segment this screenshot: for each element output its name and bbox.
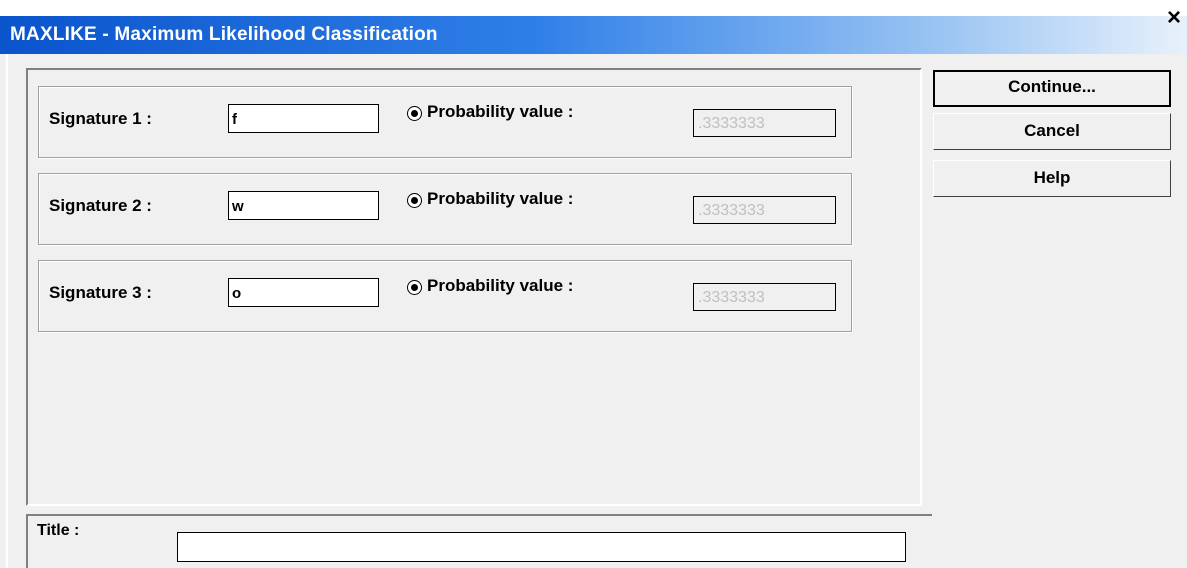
probability-2-input[interactable]: .3333333 bbox=[693, 196, 836, 224]
signature-1-label: Signature 1 : bbox=[49, 109, 152, 128]
probability-1-radio[interactable] bbox=[407, 106, 422, 121]
signature-1-group: Signature 1 : f Probability value : .333… bbox=[38, 86, 852, 158]
dialog-edge bbox=[6, 54, 8, 568]
probability-1-input[interactable]: .3333333 bbox=[693, 109, 836, 137]
signature-2-label: Signature 2 : bbox=[49, 196, 152, 215]
probability-2-label: Probability value : bbox=[427, 189, 574, 208]
signature-2-input[interactable]: w bbox=[228, 191, 379, 220]
cancel-button[interactable]: Cancel bbox=[933, 113, 1171, 150]
close-icon[interactable]: × bbox=[1163, 4, 1185, 32]
signature-3-input[interactable]: o bbox=[228, 278, 379, 307]
probability-1-label: Probability value : bbox=[427, 102, 574, 121]
signature-2-group: Signature 2 : w Probability value : .333… bbox=[38, 173, 852, 245]
probability-3-input[interactable]: .3333333 bbox=[693, 283, 836, 311]
probability-3-label: Probability value : bbox=[427, 276, 574, 295]
title-label: Title : bbox=[37, 522, 80, 539]
window-titlebar: MAXLIKE - Maximum Likelihood Classificat… bbox=[0, 16, 1187, 54]
window-title: MAXLIKE - Maximum Likelihood Classificat… bbox=[10, 24, 438, 45]
probability-3-radio[interactable] bbox=[407, 280, 422, 295]
probability-2-radio[interactable] bbox=[407, 193, 422, 208]
help-button[interactable]: Help bbox=[933, 160, 1171, 197]
signature-3-label: Signature 3 : bbox=[49, 283, 152, 302]
title-input[interactable] bbox=[177, 532, 906, 562]
signature-3-group: Signature 3 : o Probability value : .333… bbox=[38, 260, 852, 332]
continue-button[interactable]: Continue... bbox=[933, 70, 1171, 107]
signature-1-input[interactable]: f bbox=[228, 104, 379, 133]
